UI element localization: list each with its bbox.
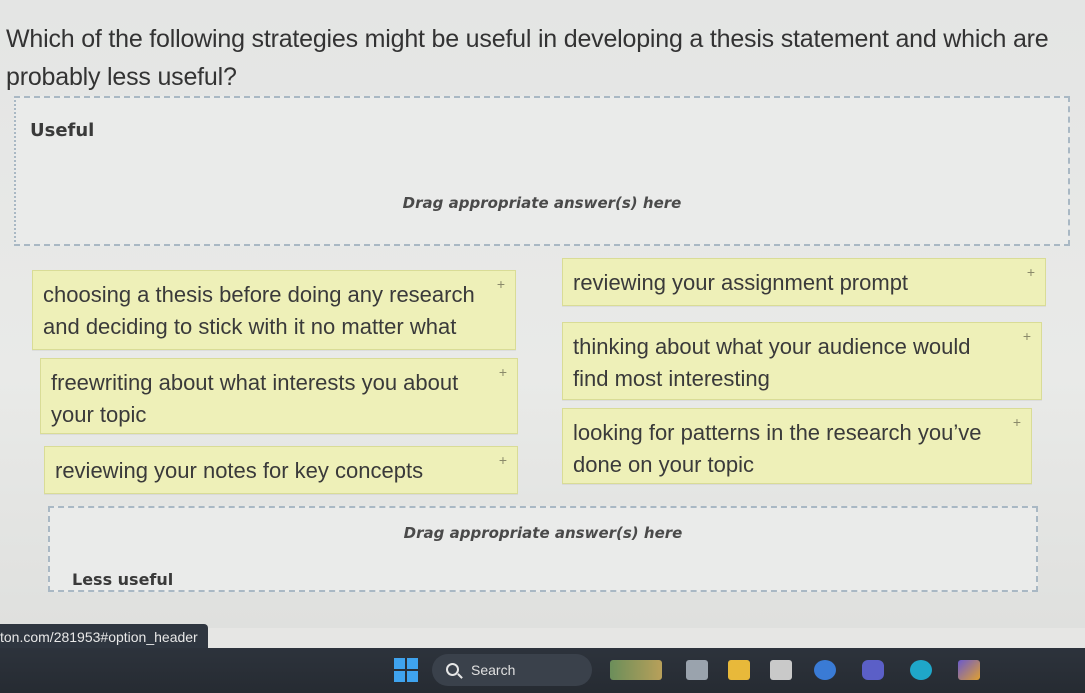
answer-card-text: reviewing your assignment prompt xyxy=(573,270,909,295)
search-icon xyxy=(446,663,459,676)
answer-card-text: thinking about what your audience would … xyxy=(573,334,971,391)
copilot-icon[interactable] xyxy=(958,660,980,680)
less-useful-dropzone[interactable]: Drag appropriate answer(s) here Less use… xyxy=(48,506,1038,592)
drag-plus-icon: + xyxy=(496,276,505,292)
less-useful-drop-hint: Drag appropriate answer(s) here xyxy=(403,524,683,542)
drag-plus-icon: + xyxy=(498,364,507,380)
answer-card[interactable]: reviewing your notes for key concepts + xyxy=(44,446,518,494)
answer-card-text: freewriting about what interests you abo… xyxy=(51,370,459,427)
outlook-icon[interactable] xyxy=(814,660,836,680)
answer-card[interactable]: choosing a thesis before doing any resea… xyxy=(32,270,516,350)
answer-card[interactable]: thinking about what your audience would … xyxy=(562,322,1042,400)
taskbar-search[interactable]: Search xyxy=(432,654,592,686)
drag-plus-icon: + xyxy=(498,452,507,468)
quiz-page: Which of the following strategies might … xyxy=(0,0,1085,628)
drag-plus-icon: + xyxy=(1012,414,1021,430)
drag-plus-icon: + xyxy=(1026,264,1035,280)
answer-card-text: reviewing your notes for key concepts xyxy=(55,458,424,483)
windows-start-icon[interactable] xyxy=(394,658,418,682)
answer-card-text: looking for patterns in the research you… xyxy=(573,420,982,477)
drag-plus-icon: + xyxy=(1022,328,1031,344)
store-icon[interactable] xyxy=(770,660,792,680)
link-status-bar: ton.com/281953#option_header xyxy=(0,624,208,650)
weather-widget-icon[interactable] xyxy=(610,660,662,680)
answer-card[interactable]: looking for patterns in the research you… xyxy=(562,408,1032,484)
less-useful-zone-title: Less useful xyxy=(72,570,174,589)
file-explorer-icon[interactable] xyxy=(728,660,750,680)
useful-zone-title: Useful xyxy=(30,120,95,141)
answer-card[interactable]: reviewing your assignment prompt + xyxy=(562,258,1046,306)
answer-card-text: choosing a thesis before doing any resea… xyxy=(43,282,475,339)
taskbar: Search xyxy=(0,648,1085,693)
answer-card[interactable]: freewriting about what interests you abo… xyxy=(40,358,518,434)
question-text: Which of the following strategies might … xyxy=(6,25,1049,91)
task-view-icon[interactable] xyxy=(686,660,708,680)
teams-icon[interactable] xyxy=(862,660,884,680)
useful-drop-hint: Drag appropriate answer(s) here xyxy=(402,194,682,212)
taskbar-search-label: Search xyxy=(471,662,516,678)
useful-dropzone[interactable]: Useful Drag appropriate answer(s) here xyxy=(14,96,1070,246)
edge-icon[interactable] xyxy=(910,660,932,680)
